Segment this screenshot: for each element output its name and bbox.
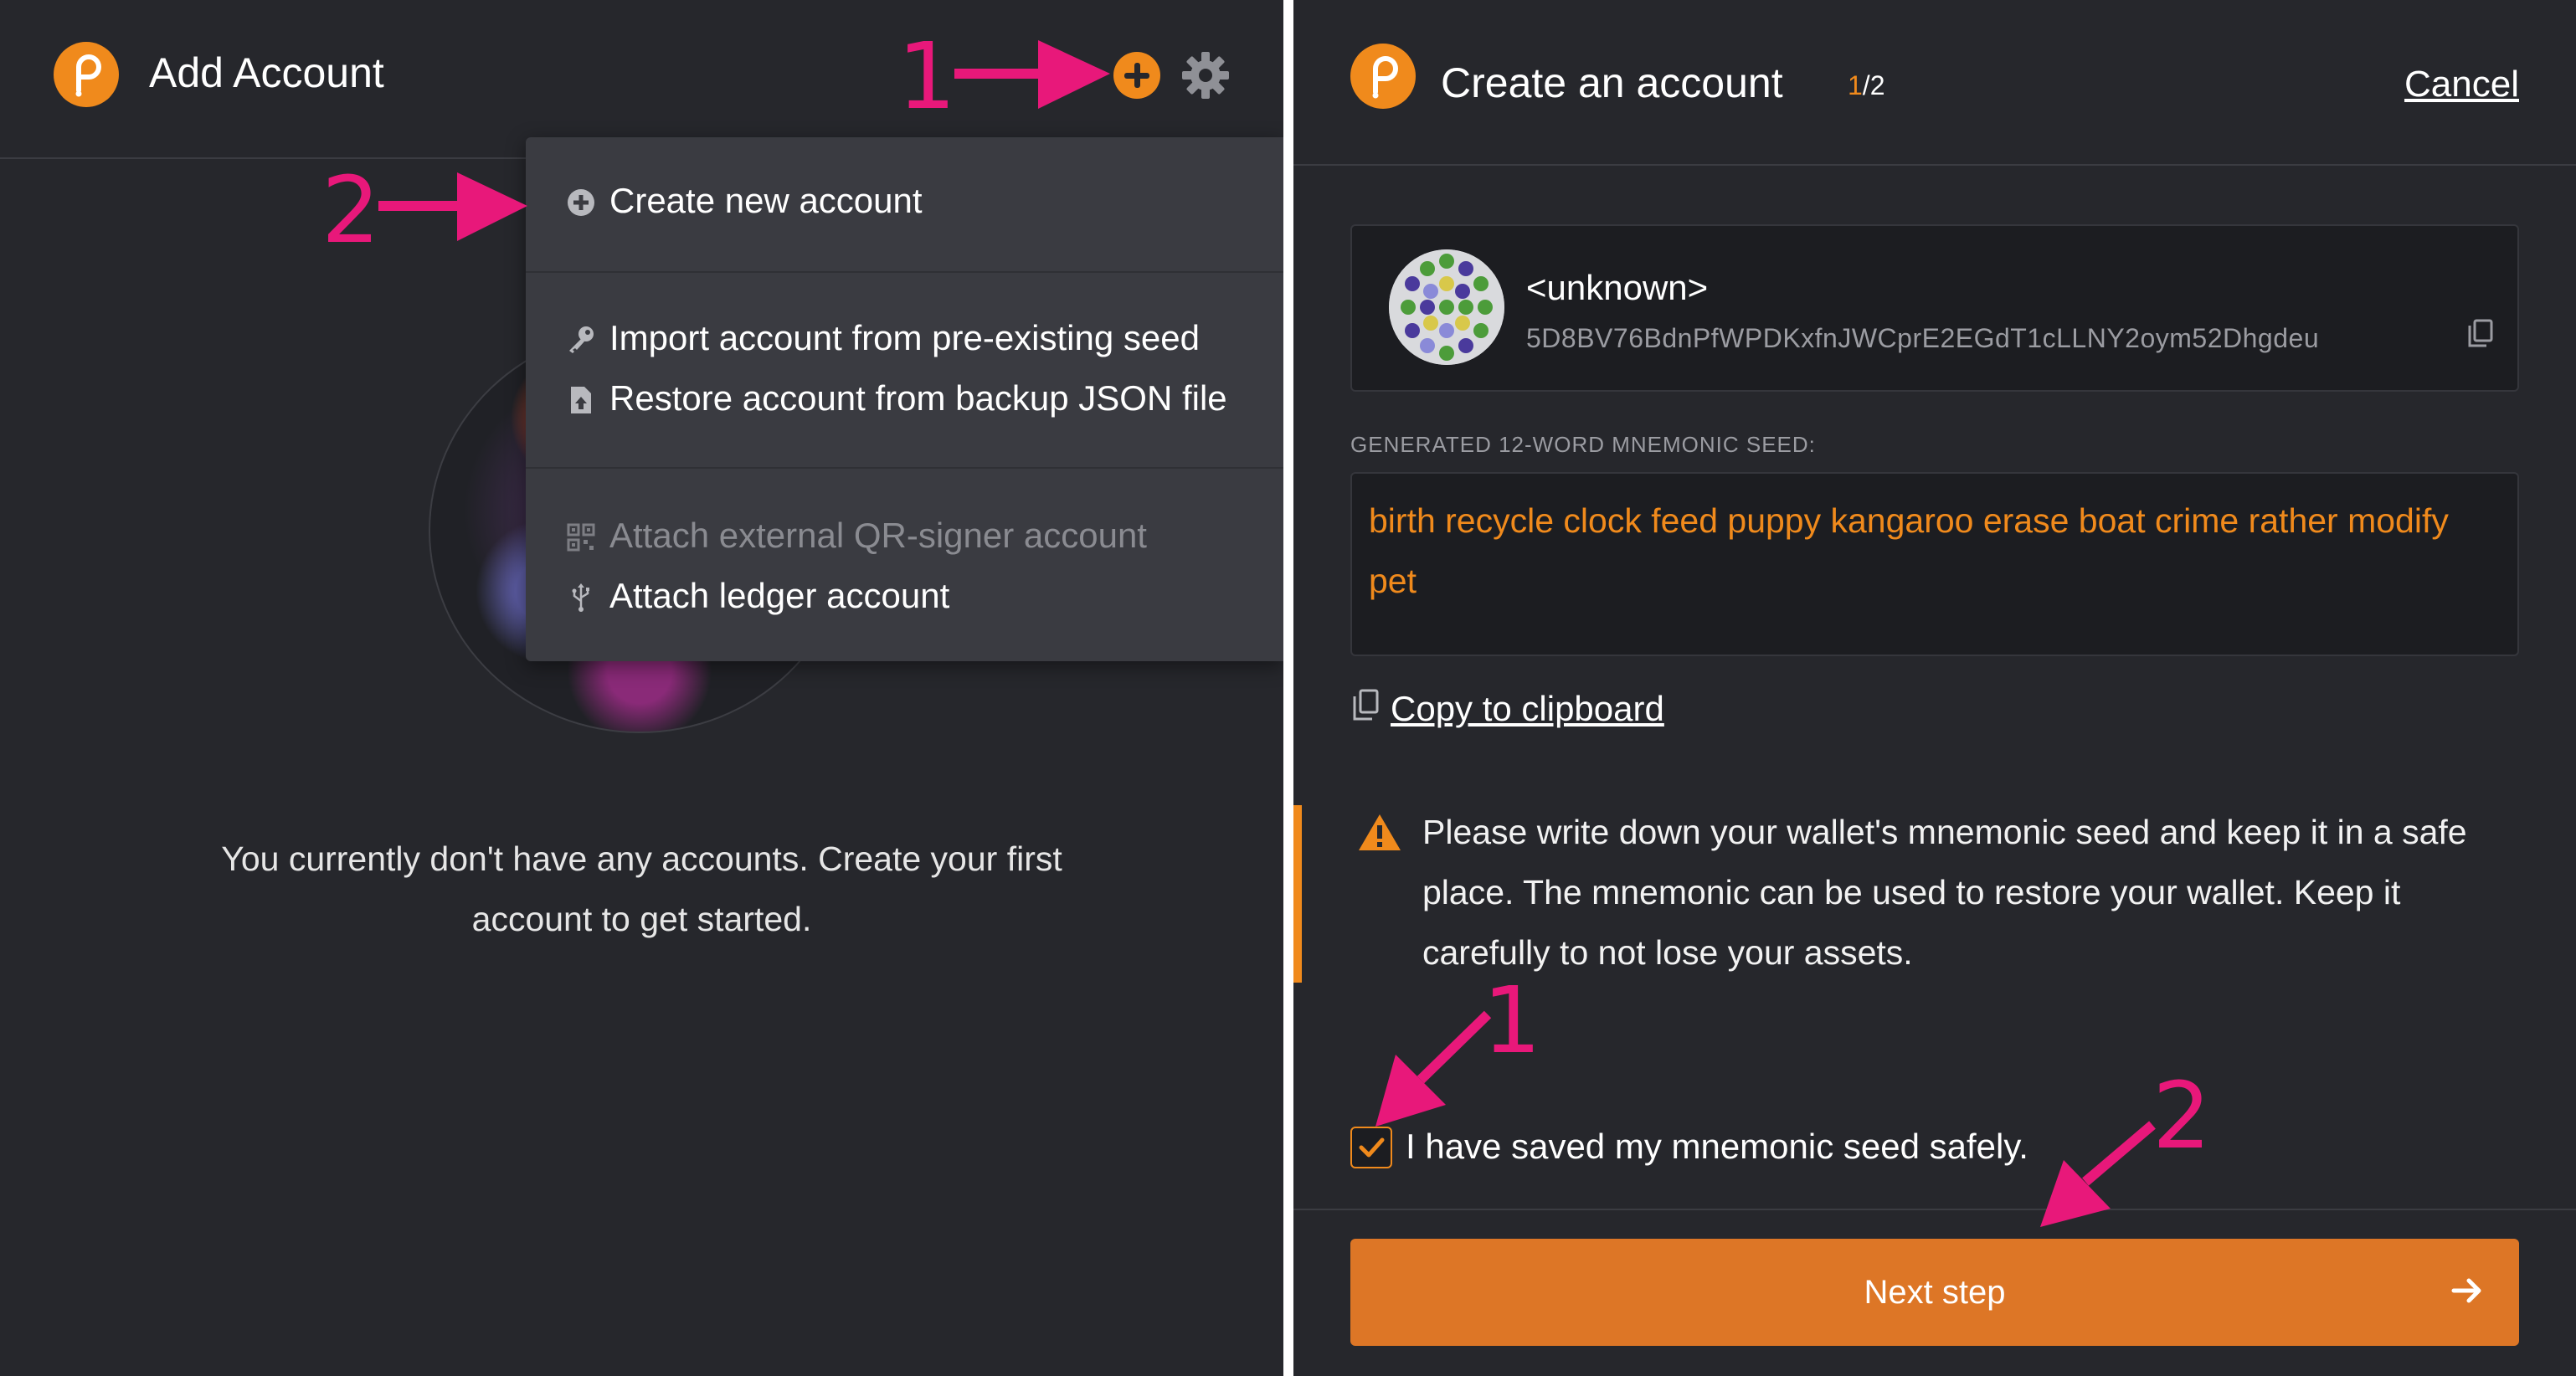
copy-address-icon[interactable] bbox=[2465, 318, 2496, 352]
qr-code-icon bbox=[566, 521, 596, 552]
footer-divider bbox=[1293, 1209, 2576, 1210]
account-card: <unknown> 5D8BV76BdnPfWPDKxfnJWCprE2EGdT… bbox=[1350, 224, 2519, 392]
panel-divider bbox=[1283, 0, 1293, 1376]
key-icon bbox=[566, 323, 596, 353]
account-address: 5D8BV76BdnPfWPDKxfnJWCprE2EGdT1cLLNY2oym… bbox=[1526, 323, 2320, 353]
menu-item-attach-qr-signer[interactable]: Attach external QR-signer account bbox=[566, 516, 1147, 556]
next-step-button[interactable]: Next step bbox=[1350, 1239, 2519, 1346]
annotation-arrow-2 bbox=[2040, 1121, 2156, 1227]
annotation-number-2: 2 bbox=[2152, 1062, 2211, 1169]
copy-to-clipboard-label: Copy to clipboard bbox=[1391, 689, 1664, 728]
menu-item-label: Restore account from backup JSON file bbox=[609, 378, 1227, 418]
menu-divider bbox=[526, 467, 1283, 469]
polkadot-logo-icon bbox=[54, 42, 119, 107]
add-account-button[interactable] bbox=[1113, 52, 1160, 99]
annotation-arrow-2 bbox=[378, 172, 527, 241]
arrow-right-icon bbox=[2449, 1272, 2486, 1317]
menu-divider bbox=[526, 271, 1283, 273]
warning-icon bbox=[1357, 812, 1402, 856]
cancel-link[interactable]: Cancel bbox=[2404, 64, 2519, 105]
usb-icon bbox=[566, 581, 596, 612]
menu-item-create-new-account[interactable]: Create new account bbox=[566, 181, 923, 221]
copy-to-clipboard-button[interactable]: Copy to clipboard bbox=[1350, 688, 1664, 730]
annotation-arrow-1 bbox=[1375, 1010, 1492, 1127]
step-indicator: 1/2 bbox=[1848, 70, 1884, 101]
add-account-panel: Add Account Create new account Import ac… bbox=[0, 0, 1283, 1376]
file-upload-icon bbox=[566, 383, 596, 413]
annotation-number-1: 1 bbox=[897, 23, 956, 130]
plus-circle-icon bbox=[566, 186, 596, 216]
menu-item-restore-json[interactable]: Restore account from backup JSON file bbox=[566, 378, 1227, 418]
warning-message: Please write down your wallet's mnemonic… bbox=[1422, 813, 2467, 972]
page-title: Create an account bbox=[1441, 59, 1783, 106]
create-account-panel: Create an account 1/2 Cancel <unknown> 5… bbox=[1293, 0, 2576, 1376]
copy-icon bbox=[1350, 688, 1381, 730]
step-total: /2 bbox=[1862, 70, 1885, 100]
account-identicon bbox=[1389, 249, 1504, 365]
empty-accounts-message: You currently don't have any accounts. C… bbox=[221, 839, 1062, 938]
mnemonic-seed-text: birth recycle clock feed puppy kangaroo … bbox=[1350, 472, 2519, 656]
warning-accent-bar bbox=[1293, 805, 1302, 983]
menu-item-label: Attach external QR-signer account bbox=[609, 516, 1147, 555]
header-divider bbox=[1293, 164, 2576, 166]
menu-item-label: Import account from pre-existing seed bbox=[609, 318, 1200, 357]
seed-label: GENERATED 12-WORD MNEMONIC SEED: bbox=[1350, 432, 1816, 457]
settings-gear-icon[interactable] bbox=[1179, 49, 1232, 106]
menu-item-label: Attach ledger account bbox=[609, 576, 950, 615]
next-step-label: Next step bbox=[1864, 1273, 2006, 1311]
account-name: <unknown> bbox=[1526, 268, 1709, 307]
annotation-arrow-1 bbox=[954, 40, 1110, 109]
step-current: 1 bbox=[1848, 70, 1863, 100]
add-account-menu: Create new account Import account from p… bbox=[526, 137, 1283, 661]
polkadot-logo-icon bbox=[1350, 44, 1416, 109]
page-title: Add Account bbox=[149, 49, 384, 96]
annotation-number-2: 2 bbox=[321, 157, 380, 264]
menu-item-import-seed[interactable]: Import account from pre-existing seed bbox=[566, 318, 1200, 358]
menu-item-attach-ledger[interactable]: Attach ledger account bbox=[566, 576, 949, 616]
saved-seed-checkbox-label[interactable]: I have saved my mnemonic seed safely. bbox=[1406, 1127, 2028, 1167]
menu-item-label: Create new account bbox=[609, 181, 923, 220]
